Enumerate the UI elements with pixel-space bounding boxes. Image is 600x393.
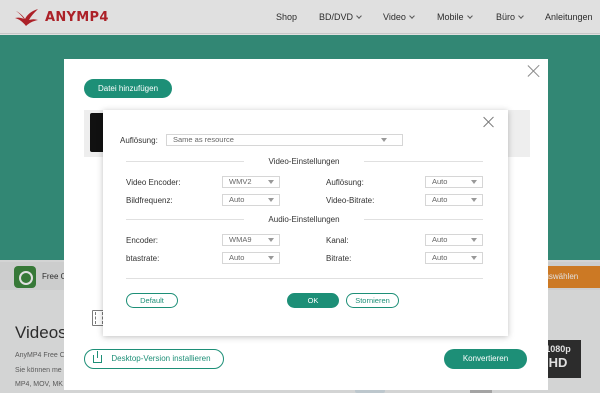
channel-value: Auto bbox=[432, 235, 448, 244]
dropdown-arrow-icon bbox=[471, 180, 477, 184]
video-bitrate-select[interactable]: Auto bbox=[425, 194, 483, 206]
install-desktop-button[interactable]: Desktop-Version installieren bbox=[84, 349, 224, 369]
convert-button[interactable]: Konvertieren bbox=[444, 349, 527, 369]
channel-select[interactable]: Auto bbox=[425, 234, 483, 246]
framerate-value: Auto bbox=[229, 195, 245, 204]
audio-encoder-label: Encoder: bbox=[126, 236, 159, 245]
divider bbox=[126, 278, 483, 279]
audio-encoder-select[interactable]: WMA9 bbox=[222, 234, 280, 246]
dropdown-arrow-icon bbox=[268, 256, 274, 260]
framerate-select[interactable]: Auto bbox=[222, 194, 280, 206]
audio-encoder-value: WMA9 bbox=[229, 235, 252, 244]
resolution-label: Auflösung: bbox=[120, 136, 158, 145]
video-section-title: Video-Einstellungen bbox=[244, 157, 364, 166]
audio-bitrate-select[interactable]: Auto bbox=[425, 252, 483, 264]
download-icon bbox=[93, 351, 102, 363]
dropdown-arrow-icon bbox=[381, 138, 387, 142]
resolution-select-value: Same as resource bbox=[173, 135, 234, 144]
video-encoder-value: WMV2 bbox=[229, 177, 252, 186]
video-bitrate-label: Video-Bitrate: bbox=[326, 196, 375, 205]
resolution-select[interactable]: Same as resource bbox=[166, 134, 403, 146]
samplerate-value: Auto bbox=[229, 253, 245, 262]
default-button[interactable]: Default bbox=[126, 293, 178, 308]
dropdown-arrow-icon bbox=[268, 180, 274, 184]
close-icon[interactable] bbox=[483, 116, 495, 128]
video-resolution-value: Auto bbox=[432, 177, 448, 186]
samplerate-select[interactable]: Auto bbox=[222, 252, 280, 264]
audio-bitrate-label: Bitrate: bbox=[326, 254, 352, 263]
close-icon[interactable] bbox=[527, 64, 541, 78]
dropdown-arrow-icon bbox=[471, 238, 477, 242]
video-resolution-label: Auflösung: bbox=[326, 178, 364, 187]
audio-section-title: Audio-Einstellungen bbox=[244, 215, 364, 224]
audio-bitrate-value: Auto bbox=[432, 253, 448, 262]
video-encoder-select[interactable]: WMV2 bbox=[222, 176, 280, 188]
video-bitrate-value: Auto bbox=[432, 195, 448, 204]
dropdown-arrow-icon bbox=[471, 256, 477, 260]
cancel-button[interactable]: Stornieren bbox=[346, 293, 399, 308]
add-file-button[interactable]: Datei hinzufügen bbox=[84, 79, 172, 98]
dropdown-arrow-icon bbox=[471, 198, 477, 202]
ok-button[interactable]: OK bbox=[287, 293, 339, 308]
samplerate-label: btastrate: bbox=[126, 254, 160, 263]
channel-label: Kanal: bbox=[326, 236, 349, 245]
video-resolution-select[interactable]: Auto bbox=[425, 176, 483, 188]
framerate-label: Bildfrequenz: bbox=[126, 196, 173, 205]
video-encoder-label: Video Encoder: bbox=[126, 178, 181, 187]
dropdown-arrow-icon bbox=[268, 238, 274, 242]
dropdown-arrow-icon bbox=[268, 198, 274, 202]
